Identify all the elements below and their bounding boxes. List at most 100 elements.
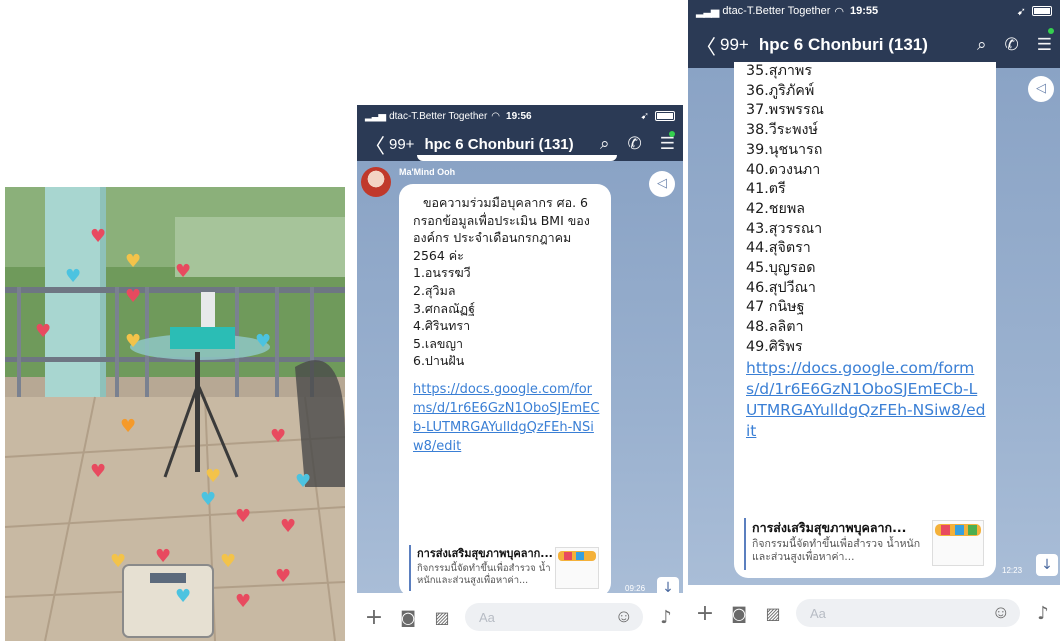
scroll-down-button[interactable]: ↓ — [1036, 554, 1058, 576]
svg-text:♥: ♥ — [280, 516, 296, 537]
message-line: 36.ภูริภัคพ์ — [746, 82, 815, 99]
signal-icon: ▂▃▅ — [365, 110, 386, 122]
status-time: 19:55 — [850, 5, 879, 17]
sender-name: Ma'Mind Ooh — [399, 167, 456, 177]
preview-description: กิจกรรมนี้จัดทำขึ้นเพื่อสำรวจ น้ำหนักและ… — [417, 562, 551, 586]
message-input[interactable]: Aa ☺ — [796, 599, 1020, 627]
svg-text:♥: ♥ — [125, 286, 141, 307]
svg-text:♥: ♥ — [90, 461, 106, 482]
svg-text:♥: ♥ — [65, 266, 81, 287]
link-preview-card[interactable]: การส่งเสริมสุขภาพบุคลาก... กิจกรรมนี้จัด… — [744, 518, 986, 570]
location-icon: ➹ — [640, 110, 649, 122]
emoji-icon[interactable]: ☺ — [992, 602, 1010, 623]
menu-icon[interactable]: ☰ — [660, 134, 675, 154]
svg-text:♥: ♥ — [275, 566, 291, 587]
plus-icon[interactable]: + — [688, 601, 722, 626]
message-line: 2.สุวิมล — [413, 282, 456, 298]
search-icon[interactable]: ⌕ — [600, 134, 610, 154]
chat-title: hpc 6 Chonburi (131) — [758, 35, 928, 54]
unread-count[interactable]: 99+ — [720, 35, 749, 55]
phone-icon[interactable]: ✆ — [1005, 35, 1019, 55]
image-icon[interactable]: ▨ — [756, 604, 790, 623]
message-line: 5.เลขญา — [413, 335, 464, 351]
location-icon: ➹ — [1016, 5, 1026, 18]
message-line: 3.ศกลณัฏฐ์ — [413, 300, 475, 316]
mic-icon[interactable]: ♪ — [649, 607, 683, 628]
menu-icon[interactable]: ☰ — [1037, 35, 1052, 55]
carrier-label: dtac-T.Better Together — [722, 5, 831, 17]
back-button[interactable]: 〈 — [365, 130, 385, 159]
svg-text:♥: ♥ — [110, 551, 126, 572]
form-link[interactable]: https://docs.google.com/forms/d/1r6E6GzN… — [413, 380, 601, 456]
svg-text:♥: ♥ — [235, 506, 251, 527]
link-preview-card[interactable]: การส่งเสริมสุขภาพบุคลาก... กิจกรรมนี้จัด… — [409, 545, 601, 591]
message-line: 45.บุญรอด — [746, 260, 816, 277]
announce-icon[interactable]: ◁ — [1028, 76, 1054, 102]
status-time: 19:56 — [506, 110, 532, 122]
svg-text:♥: ♥ — [235, 591, 251, 612]
svg-text:♥: ♥ — [200, 489, 216, 510]
message-bubble: 35.สุภาพร 36.ภูริภัคพ์ 37.พรพรรณ 38.วีระ… — [734, 62, 996, 578]
message-line: องค์กร ประจำเดือนกรกฎาคม — [413, 230, 572, 246]
mic-icon[interactable]: ♪ — [1026, 603, 1060, 624]
input-bar: + ◙ ▨ Aa ☺ ♪ — [688, 585, 1060, 641]
message-line: 2564 ค่ะ — [413, 247, 464, 263]
message-line: 49.ศิริพร — [746, 338, 803, 355]
status-bar: ▂▃▅ dtac-T.Better Together ◠ 19:56 ➹ — [357, 105, 683, 127]
svg-text:♥: ♥ — [205, 466, 221, 487]
message-line: 41.ตรี — [746, 181, 786, 198]
message-line: 47 กนิษฐ — [746, 299, 805, 316]
phone-screenshot-middle: ▂▃▅ dtac-T.Better Together ◠ 19:56 ➹ 〈 9… — [357, 105, 683, 641]
back-button[interactable]: 〈 — [696, 31, 716, 60]
wifi-icon: ◠ — [834, 5, 845, 18]
phone-icon[interactable]: ✆ — [628, 134, 642, 154]
message-line: 46.สุปวีณา — [746, 279, 816, 296]
message-line: ขอความร่วมมือบุคลากร ศอ. 6 — [423, 195, 588, 210]
svg-text:♥: ♥ — [120, 416, 136, 437]
message-line: 37.พรพรรณ — [746, 102, 824, 119]
image-icon[interactable]: ▨ — [425, 608, 459, 627]
camera-icon[interactable]: ◙ — [391, 608, 425, 627]
message-timestamp: 12:23 — [1002, 566, 1023, 575]
search-icon[interactable]: ⌕ — [977, 35, 987, 55]
svg-text:♥: ♥ — [125, 331, 141, 352]
message-line: 48.ลลิตา — [746, 319, 804, 336]
message-line: 38.วีระพงษ์ — [746, 122, 818, 139]
message-line: 43.สุวรรณา — [746, 220, 823, 237]
emoji-icon[interactable]: ☺ — [615, 606, 633, 627]
message-line: 39.นุชนารถ — [746, 141, 823, 158]
announce-icon[interactable]: ◁ — [649, 171, 675, 197]
status-bar: ▂▃▅ dtac-T.Better Together ◠ 19:55 ➹ — [688, 0, 1060, 22]
svg-text:♥: ♥ — [125, 251, 141, 272]
preview-thumbnail — [932, 520, 984, 566]
message-line: 35.สุภาพร — [746, 63, 813, 79]
message-input[interactable]: Aa ☺ — [465, 603, 643, 631]
wifi-icon: ◠ — [491, 110, 501, 122]
message-line: 1.อนรรฆวี — [413, 265, 471, 281]
previous-message-bubble — [417, 155, 617, 161]
avatar[interactable] — [361, 167, 391, 197]
battery-icon — [655, 111, 675, 121]
message-line: 40.ดวงนภา — [746, 161, 821, 178]
preview-thumbnail — [555, 547, 599, 589]
svg-text:♥: ♥ — [255, 331, 271, 352]
message-input-placeholder: Aa — [810, 605, 826, 621]
input-bar: + ◙ ▨ Aa ☺ ♪ — [357, 593, 683, 641]
signal-icon: ▂▃▅ — [696, 5, 719, 18]
unread-count[interactable]: 99+ — [389, 136, 414, 153]
svg-text:♥: ♥ — [175, 586, 191, 607]
message-bubble: ขอความร่วมมือบุคลากร ศอ. 6 กรอกข้อมูลเพื… — [399, 184, 611, 597]
form-link[interactable]: https://docs.google.com/forms/d/1r6E6GzN… — [746, 358, 986, 442]
message-line: 4.ศิรินทรา — [413, 318, 471, 334]
notification-dot — [1048, 28, 1054, 34]
message-timestamp: 09:26 — [625, 584, 646, 593]
camera-icon[interactable]: ◙ — [722, 604, 756, 623]
message-line: 42.ชยพล — [746, 200, 806, 217]
carrier-label: dtac-T.Better Together — [389, 110, 488, 122]
svg-text:♥: ♥ — [90, 226, 106, 247]
plus-icon[interactable]: + — [357, 605, 391, 630]
phone-screenshot-right: ▂▃▅ dtac-T.Better Together ◠ 19:55 ➹ 〈 9… — [688, 0, 1060, 641]
message-line: 44.สุจิตรา — [746, 240, 811, 257]
notification-dot — [669, 131, 675, 137]
svg-text:♥: ♥ — [220, 551, 236, 572]
